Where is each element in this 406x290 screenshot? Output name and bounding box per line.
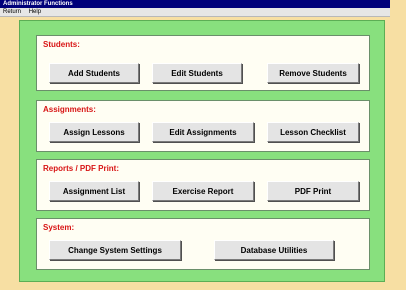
edit-students-button[interactable]: Edit Students — [152, 63, 242, 83]
menu-item-help[interactable]: Help — [29, 9, 41, 15]
remove-students-button[interactable]: Remove Students — [267, 63, 359, 83]
menu-item-return[interactable]: Return — [3, 9, 21, 15]
exercise-report-button[interactable]: Exercise Report — [152, 181, 254, 201]
reports-section: Reports / PDF Print: Assignment List Exe… — [36, 159, 370, 211]
assignments-section-title: Assignments: — [43, 105, 96, 114]
lesson-checklist-button[interactable]: Lesson Checklist — [267, 122, 359, 142]
assignments-section: Assignments: Assign Lessons Edit Assignm… — [36, 100, 370, 152]
assign-lessons-button[interactable]: Assign Lessons — [49, 122, 139, 142]
window-title: Administrator Functions — [3, 1, 73, 7]
students-section-title: Students: — [43, 40, 80, 49]
database-utilities-button[interactable]: Database Utilities — [214, 240, 334, 260]
system-section: System: Change System Settings Database … — [36, 218, 370, 270]
change-system-settings-button[interactable]: Change System Settings — [49, 240, 181, 260]
assignment-list-button[interactable]: Assignment List — [49, 181, 139, 201]
system-section-title: System: — [43, 223, 75, 232]
admin-functions-panel: Students: Add Students Edit Students Rem… — [19, 20, 385, 282]
window-title-bar: Administrator Functions — [0, 0, 390, 8]
add-students-button[interactable]: Add Students — [49, 63, 139, 83]
menu-bar: Return Help — [0, 8, 390, 17]
edit-assignments-button[interactable]: Edit Assignments — [152, 122, 254, 142]
pdf-print-button[interactable]: PDF Print — [267, 181, 359, 201]
students-section: Students: Add Students Edit Students Rem… — [36, 35, 370, 91]
reports-section-title: Reports / PDF Print: — [43, 164, 120, 173]
